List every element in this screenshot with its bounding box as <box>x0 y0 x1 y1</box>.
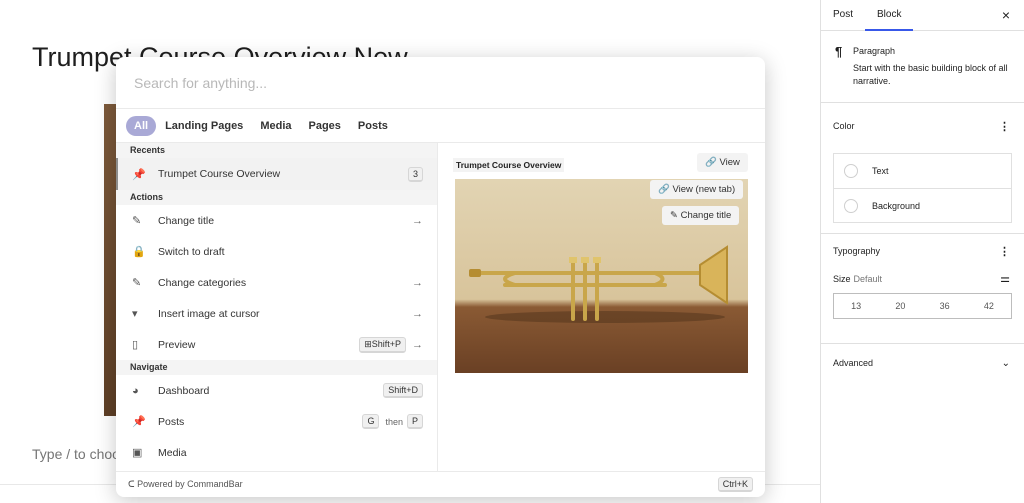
palette-footer: ᑕ Powered by CommandBar Ctrl+K <box>116 471 765 497</box>
color-panel: Color ⋮ Text Background <box>821 111 1024 234</box>
pin-icon: 📌 <box>132 168 146 181</box>
action-label: Insert image at cursor <box>158 307 260 320</box>
view-new-tab-button[interactable]: 🔗 View (new tab) <box>650 180 744 199</box>
typography-options-icon[interactable]: ⋮ <box>999 245 1010 258</box>
action-change-title[interactable]: ✎ Change title → <box>116 205 437 236</box>
tab-landing-pages[interactable]: Landing Pages <box>157 116 251 136</box>
nav-media[interactable]: ▣ Media <box>116 437 437 468</box>
pencil-icon: ✎ <box>670 210 681 221</box>
background-swatch-icon <box>844 198 858 213</box>
dashboard-icon: ◕ <box>132 384 139 397</box>
arrow-right-icon: → <box>412 338 423 351</box>
pencil-icon: ✎ <box>132 215 142 227</box>
color-options-icon[interactable]: ⋮ <box>999 120 1010 133</box>
posts-shortcut-key-g: G <box>362 414 380 429</box>
close-icon[interactable]: × <box>1002 8 1010 22</box>
lock-icon: 🔒 <box>132 246 146 258</box>
color-text-label: Text <box>872 166 889 176</box>
preview-pane: Trumpet Course Overview 🔗 View 🔗 View (n… <box>439 143 765 471</box>
view-new-tab-label: View (new tab) <box>672 184 736 195</box>
open-palette-shortcut: Ctrl+K <box>717 477 753 492</box>
advanced-panel[interactable]: Advanced ⌄ <box>821 348 1024 386</box>
recent-item-label: Trumpet Course Overview <box>158 168 281 180</box>
nav-label: Dashboard <box>158 384 210 397</box>
text-swatch-icon <box>844 164 858 178</box>
font-size-42[interactable]: 42 <box>967 294 1011 318</box>
action-switch-to-draft[interactable]: 🔒 Switch to draft <box>116 236 437 267</box>
link-icon: 🔗 <box>658 184 673 195</box>
tab-pages[interactable]: Pages <box>301 116 349 136</box>
recent-item-trumpet-course[interactable]: 📌 Trumpet Course Overview 3 <box>116 158 437 190</box>
command-palette: All Landing Pages Media Pages Posts Rece… <box>116 57 765 497</box>
color-background-option[interactable]: Background <box>834 188 1011 222</box>
block-card: ¶ Paragraph Start with the basic buildin… <box>821 31 1024 103</box>
settings-sidebar: Post Block × ¶ Paragraph Start with the … <box>820 0 1024 503</box>
nav-label: Posts <box>158 415 185 428</box>
category-tabs: All Landing Pages Media Pages Posts <box>116 109 765 143</box>
block-description: Start with the basic building block of a… <box>852 63 1008 86</box>
action-change-categories[interactable]: ✎ Change categories → <box>116 267 437 298</box>
tab-posts[interactable]: Posts <box>350 116 396 136</box>
tab-block[interactable]: Block <box>865 0 914 31</box>
tab-media[interactable]: Media <box>252 116 299 136</box>
media-icon: ▣ <box>132 447 143 459</box>
action-label: Change categories <box>158 276 247 289</box>
tab-post[interactable]: Post <box>821 0 865 31</box>
color-panel-title: Color <box>833 121 855 131</box>
caret-down-icon: ▾ <box>132 308 138 320</box>
nav-label: Media <box>158 446 187 459</box>
paragraph-icon: ¶ <box>835 44 843 59</box>
action-label: Change title <box>158 214 215 227</box>
nav-posts[interactable]: 📌 Posts G then P <box>116 406 437 437</box>
color-text-option[interactable]: Text <box>834 154 1011 188</box>
search-bar <box>116 57 765 109</box>
tab-all[interactable]: All <box>126 115 157 136</box>
document-icon: ▯ <box>132 339 139 351</box>
preview-shortcut: ⊞Shift+P <box>359 336 406 353</box>
sidebar-tabs: Post Block × <box>821 0 1024 31</box>
posts-shortcut-key-p: P <box>406 414 423 429</box>
arrow-right-icon: → <box>412 276 423 289</box>
action-label: Preview <box>158 338 196 351</box>
font-size-36[interactable]: 36 <box>923 294 967 318</box>
color-background-label: Background <box>872 200 921 211</box>
color-options: Text Background <box>833 153 1012 223</box>
arrow-right-icon: → <box>412 214 423 227</box>
action-label: Switch to draft <box>158 245 225 258</box>
action-insert-image[interactable]: ▾ Insert image at cursor → <box>116 298 437 329</box>
sliders-icon[interactable]: ⚌ <box>1000 272 1010 285</box>
font-size-13[interactable]: 13 <box>834 294 878 318</box>
pin-icon: 📌 <box>132 416 146 428</box>
nav-dashboard[interactable]: ◕ Dashboard Shift+D <box>116 375 437 406</box>
powered-by-label: Powered by CommandBar <box>137 479 243 489</box>
section-recents: Recents <box>116 143 437 158</box>
font-size-picker: 13 20 36 42 <box>833 293 1012 319</box>
typography-panel: Typography ⋮ Size Default ⚌ 13 20 36 42 <box>821 236 1024 344</box>
recent-item-badge: 3 <box>407 166 423 182</box>
font-size-20[interactable]: 20 <box>878 294 922 318</box>
size-default-label: Default <box>853 273 883 284</box>
arrow-right-icon: → <box>412 307 423 320</box>
size-label: Size <box>833 273 851 284</box>
change-title-label: Change title <box>680 210 732 221</box>
dashboard-shortcut: Shift+D <box>383 383 423 398</box>
typography-panel-title: Typography <box>833 246 881 256</box>
section-navigate: Navigate <box>116 360 437 375</box>
search-input[interactable] <box>134 74 694 91</box>
view-button-label: View <box>719 157 740 168</box>
commandbar-logo-icon: ᑕ <box>128 479 138 489</box>
pencil-icon: ✎ <box>132 277 142 289</box>
change-title-button[interactable]: ✎ Change title <box>662 206 740 225</box>
results-list: Recents 📌 Trumpet Course Overview 3 Acti… <box>116 143 438 471</box>
view-button[interactable]: 🔗 View <box>697 153 748 172</box>
section-actions: Actions <box>116 190 437 205</box>
block-title: Paragraph <box>852 46 896 56</box>
posts-shortcut-then: then <box>385 416 403 427</box>
preview-title: Trumpet Course Overview <box>453 158 565 172</box>
chevron-down-icon[interactable]: ⌄ <box>1002 358 1010 369</box>
advanced-panel-title: Advanced <box>833 358 874 368</box>
link-icon: 🔗 <box>705 157 720 168</box>
action-preview[interactable]: ▯ Preview ⊞Shift+P → <box>116 329 437 360</box>
